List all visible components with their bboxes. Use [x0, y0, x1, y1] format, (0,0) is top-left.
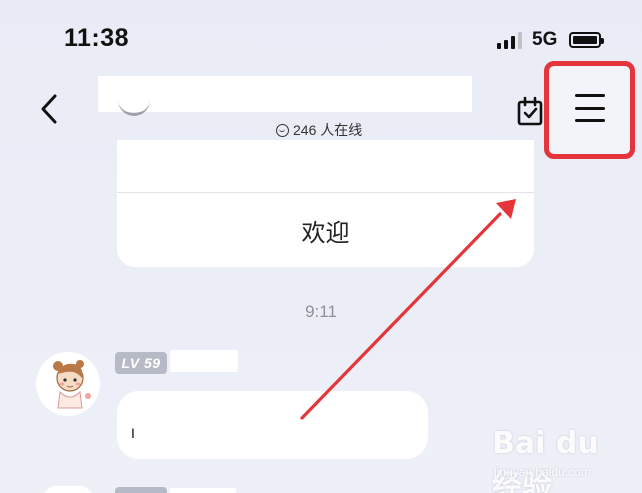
group-avatar: [118, 92, 150, 116]
watermark-brand: Bai du 经验: [492, 426, 599, 493]
status-indicators: 5G: [497, 29, 605, 50]
chevron-left-icon: [41, 94, 57, 124]
chat-screen: 11:38 5G 246 人在线 欢迎 9:11 LV 59 I Bai du …: [0, 0, 642, 493]
smile-icon: [276, 123, 289, 137]
next-avatar: [44, 486, 92, 493]
baidu-watermark: Bai du 经验 jingyan.baidu.com: [492, 420, 632, 493]
redacted-username: [170, 350, 238, 372]
cartoon-avatar-icon: [36, 352, 100, 416]
signal-icon: [497, 31, 522, 49]
menu-button[interactable]: [573, 92, 607, 124]
level-badge: LV 59: [115, 352, 167, 374]
checkin-button[interactable]: [517, 96, 545, 126]
message-bubble[interactable]: I: [117, 391, 428, 459]
avatar[interactable]: [36, 352, 100, 416]
redacted-group-title: [98, 76, 472, 112]
hamburger-icon: [575, 94, 605, 97]
next-level-badge: [115, 487, 167, 493]
welcome-card: 欢迎: [117, 140, 534, 267]
next-username: [170, 488, 236, 493]
network-label: 5G: [532, 29, 558, 50]
message-text: I: [131, 425, 135, 441]
battery-icon: [569, 32, 605, 48]
watermark-url: jingyan.baidu.com: [494, 465, 591, 479]
online-status: 246 人在线: [276, 120, 362, 140]
message-time-separator: 9:11: [305, 302, 337, 321]
calendar-check-icon: [517, 96, 543, 126]
back-button[interactable]: [34, 92, 64, 126]
online-count: 246 人在线: [293, 122, 363, 138]
welcome-button[interactable]: 欢迎: [117, 193, 534, 267]
status-time: 11:38: [64, 24, 130, 52]
